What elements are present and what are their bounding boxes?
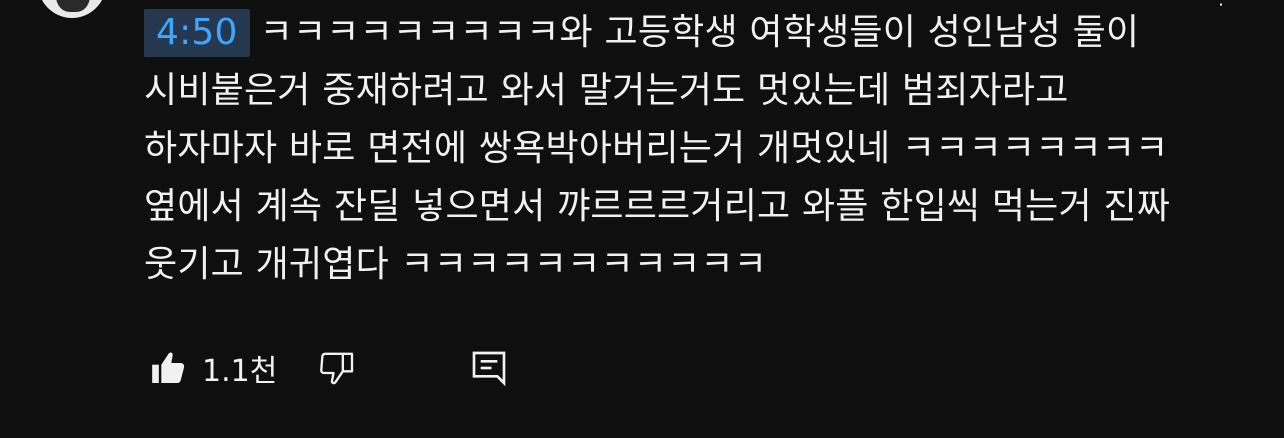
comment-actions: 1.1천 xyxy=(148,344,509,392)
thumbs-up-icon xyxy=(152,352,185,383)
reply-button[interactable] xyxy=(469,348,509,388)
more-vertical-icon[interactable]: ⋮ xyxy=(1212,0,1230,8)
comment-body: 4:50 ㅋㅋㅋㅋㅋㅋㅋㅋㅋ와 고등학생 여학생들이 성인남성 둘이 시비붙은거 … xyxy=(144,4,1204,294)
comment-reply-icon xyxy=(472,351,506,387)
dislike-button[interactable] xyxy=(317,348,357,388)
like-button[interactable] xyxy=(148,348,188,388)
avatar-image xyxy=(56,0,90,12)
comment-text: ㅋㅋㅋㅋㅋㅋㅋㅋㅋ와 고등학생 여학생들이 성인남성 둘이 시비붙은거 중재하려… xyxy=(144,12,1171,285)
thumbs-down-icon xyxy=(320,352,354,385)
timestamp-link[interactable]: 4:50 xyxy=(144,9,250,57)
like-count: 1.1천 xyxy=(202,354,278,389)
avatar[interactable] xyxy=(38,0,106,18)
